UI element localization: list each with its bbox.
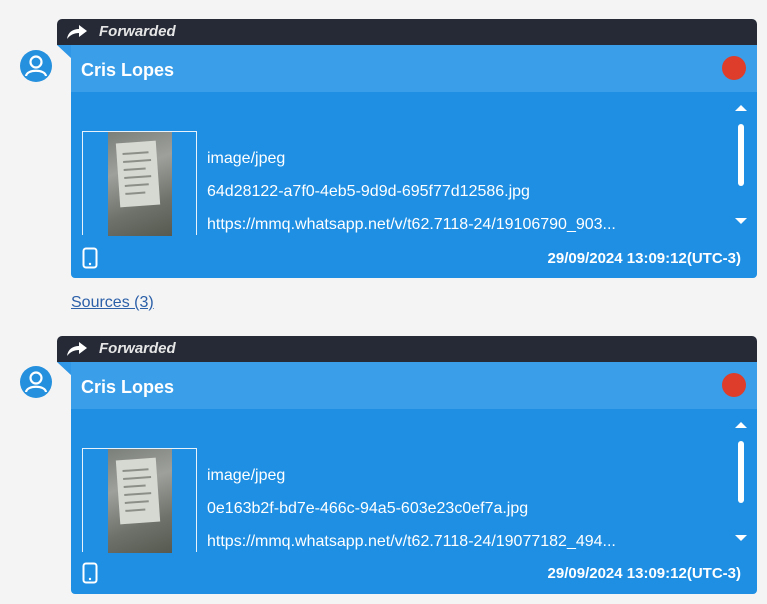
forward-arrow-icon [67,342,87,356]
forwarded-label: Forwarded [99,340,176,357]
scroll-up-arrow[interactable] [735,105,747,111]
message-timestamp: 29/09/2024 13:09:12(UTC-3) [547,565,741,582]
file-url[interactable]: https://mmq.whatsapp.net/v/t62.7118-24/1… [207,533,616,551]
sender-name: Cris Lopes [81,60,175,80]
message-header: Cris Lopes [71,45,757,92]
scrollbar-thumb[interactable] [738,124,744,186]
message-timestamp: 29/09/2024 13:09:12(UTC-3) [547,250,741,267]
attachment-thumbnail[interactable] [82,131,197,236]
status-indicator [722,56,746,80]
message-header: Cris Lopes [71,362,757,409]
forwarded-label: Forwarded [99,23,176,40]
file-name: 64d28122-a7f0-4eb5-9d9d-695f77d12586.jpg [207,183,530,200]
scroll-down-arrow[interactable] [735,535,747,541]
scrollbar-thumb[interactable] [738,441,744,503]
bubble-notch [57,45,72,59]
file-url[interactable]: https://mmq.whatsapp.net/v/t62.7118-24/1… [207,216,616,234]
mime-type: image/jpeg [207,150,286,167]
image-thumbnail [108,132,172,236]
image-thumbnail [108,449,172,553]
scroll-up-arrow[interactable] [735,422,747,428]
sender-name: Cris Lopes [81,377,175,397]
forwarded-bar: Forwarded [57,19,757,45]
scroll-down-arrow[interactable] [735,218,747,224]
forward-arrow-icon [67,25,87,39]
bubble-notch [57,362,72,376]
mime-type: image/jpeg [207,467,286,484]
message-card: Cris Lopes image/jpeg 64d28122-a7f0-4eb5… [71,45,757,278]
message-card: Cris Lopes image/jpeg 0e163b2f-bd7e-466c… [71,362,757,594]
sources-link[interactable]: Sources (3) [71,294,154,312]
user-avatar-icon[interactable] [20,50,52,82]
forwarded-bar: Forwarded [57,336,757,362]
phone-icon [82,562,98,584]
file-name: 0e163b2f-bd7e-466c-94a5-603e23c0ef7a.jpg [207,500,529,517]
attachment-thumbnail[interactable] [82,448,197,553]
status-indicator [722,373,746,397]
user-avatar-icon[interactable] [20,366,52,398]
phone-icon [82,247,98,269]
